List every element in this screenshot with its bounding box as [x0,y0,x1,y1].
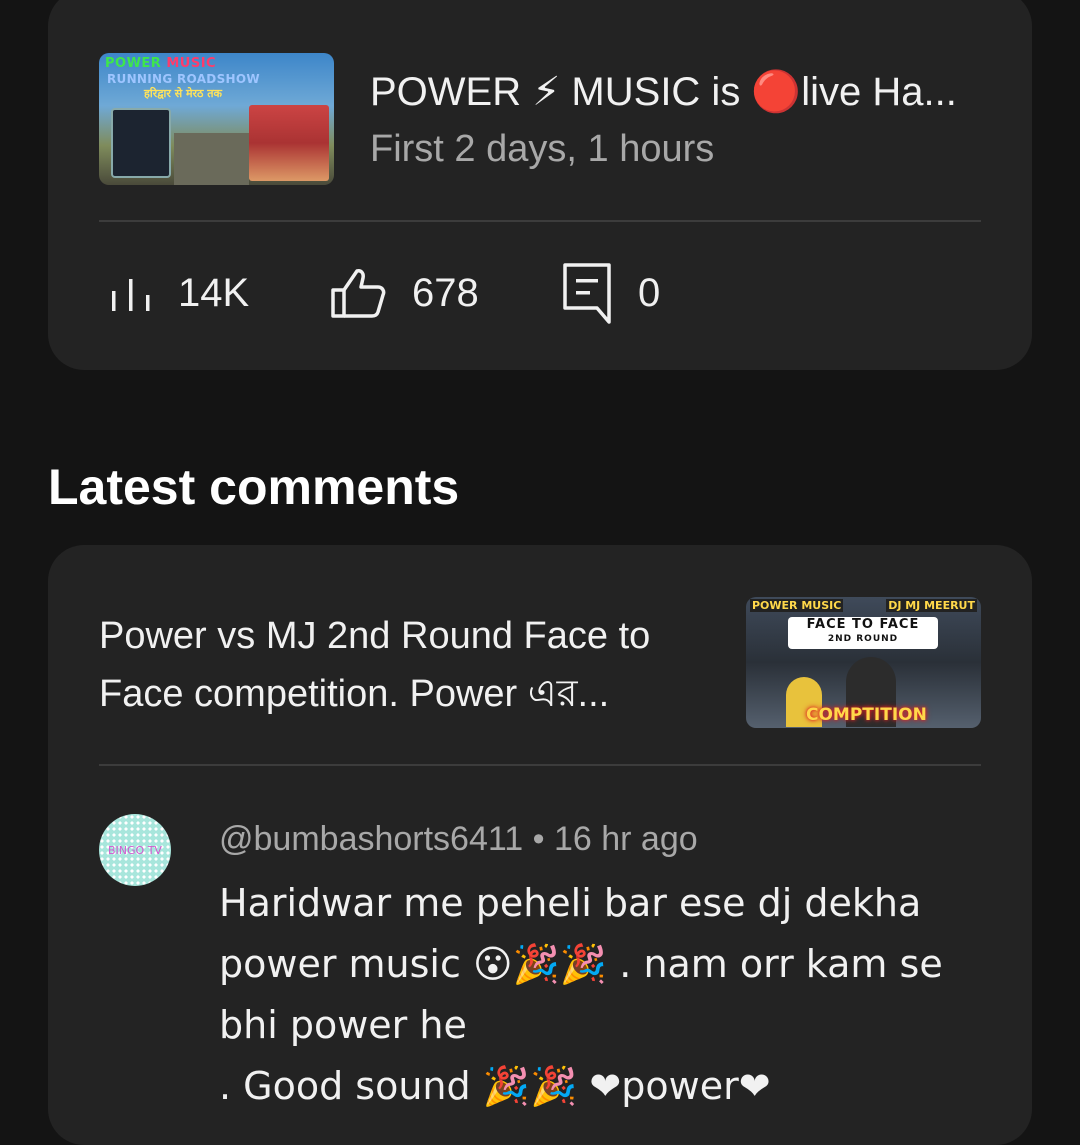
section-heading: Latest comments [48,459,460,515]
thumbnail-label-right: DJ MJ MEERUT [886,599,977,612]
views-count: 14K [178,270,250,315]
thumbnail-label-left: POWER MUSIC [750,599,844,612]
comment-video-thumbnail[interactable]: POWER MUSIC DJ MJ MEERUT FACE TO FACE 2N… [746,597,981,728]
comment-video-title[interactable]: Power vs MJ 2nd Round Face to Face compe… [99,607,719,723]
divider [99,220,981,222]
avatar-text: BINGO TV [108,843,162,857]
likes-stat: 678 [330,268,479,318]
thumbnail-subtitle: RUNNING ROADSHOW [107,72,260,86]
views-stat: 14K [110,268,249,318]
thumbnail-road [174,133,249,185]
comments-count: 0 [638,270,661,315]
video-title[interactable]: POWER ⚡ MUSIC is 🔴live Ha... [370,68,957,115]
comment-author-time[interactable]: @bumbashorts6411 • 16 hr ago [219,820,698,859]
thumbnail-banner: FACE TO FACE 2ND ROUND [788,617,938,649]
comments-stat: 0 [562,263,661,324]
video-card[interactable]: POWER MUSIC RUNNING ROADSHOW हरिद्वार से… [48,0,1032,370]
comment-text: Haridwar me peheli bar ese dj dekha powe… [219,881,943,1108]
video-thumbnail[interactable]: POWER MUSIC RUNNING ROADSHOW हरिद्वार से… [99,53,334,185]
thumbnail-hindi-text: हरिद्वार से मेरठ तक [144,87,222,100]
thumbnail-brand: POWER MUSIC [105,56,217,71]
bar-chart-icon [110,275,152,311]
thumbnail-speaker-truck [111,108,171,178]
thumbnail-roadshow-truck [249,105,329,181]
thumbnail-bottom-text: COMPTITION [806,705,927,725]
avatar[interactable]: BINGO TV [99,814,171,886]
comment-icon [562,262,612,324]
comment-card[interactable]: Power vs MJ 2nd Round Face to Face compe… [48,545,1032,1145]
thumbs-up-icon [330,268,386,318]
likes-count: 678 [412,270,479,315]
video-duration-info: First 2 days, 1 hours [370,128,715,170]
divider [99,764,981,766]
